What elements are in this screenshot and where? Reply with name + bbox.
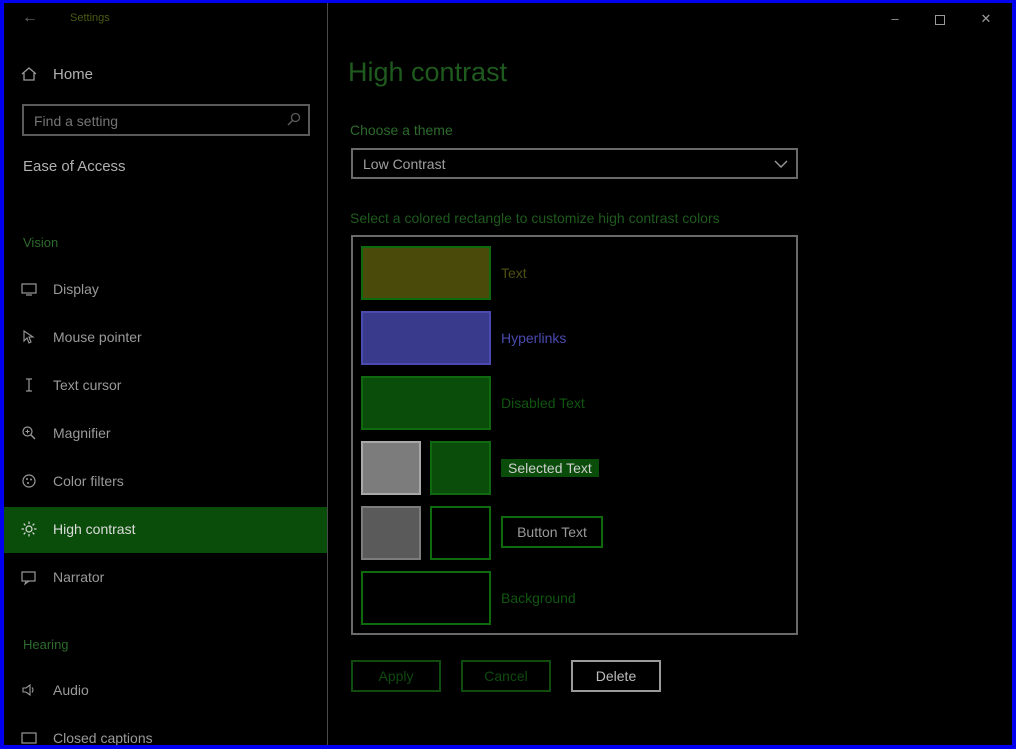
colors-hint: Select a colored rectangle to customize … — [350, 210, 720, 226]
selected-text-color-swatch[interactable] — [430, 441, 491, 495]
window-title: Settings — [70, 12, 110, 24]
page-title: High contrast — [348, 57, 508, 87]
maximize-icon — [935, 14, 945, 25]
search-input[interactable] — [32, 110, 276, 132]
sidebar-item-high-contrast[interactable]: High contrast — [4, 507, 327, 553]
home-nav-item[interactable]: Home — [4, 57, 327, 97]
sidebar-item-label: High contrast — [53, 521, 136, 537]
button-text-color-swatch[interactable] — [430, 506, 491, 560]
apply-button[interactable]: Apply — [351, 660, 441, 692]
narrator-icon — [20, 568, 40, 588]
hyperlinks-color-label: Hyperlinks — [501, 330, 567, 346]
sidebar-item-label: Narrator — [53, 569, 105, 585]
sidebar: ← Settings Home Ease of Access Vision Di… — [4, 3, 328, 745]
sidebar-item-label: Mouse pointer — [53, 329, 142, 345]
delete-button[interactable]: Delete — [571, 660, 661, 692]
theme-select-value: Low Contrast — [363, 156, 446, 172]
back-icon[interactable]: ← — [22, 7, 44, 29]
close-icon: ✕ — [980, 11, 992, 26]
text-color-label: Text — [501, 265, 527, 281]
high-contrast-icon — [20, 520, 40, 540]
background-color-swatch[interactable] — [361, 571, 491, 625]
sidebar-item-label: Display — [53, 281, 99, 297]
magnifier-icon — [20, 424, 40, 444]
minimize-button[interactable]: – — [883, 8, 907, 30]
sidebar-item-label: Color filters — [53, 473, 124, 489]
text-color-swatch[interactable] — [361, 246, 491, 300]
category-title: Ease of Access — [23, 158, 126, 175]
text-cursor-icon — [20, 376, 40, 396]
sidebar-item-audio[interactable]: Audio — [4, 668, 327, 714]
home-icon — [20, 65, 38, 88]
theme-select[interactable]: Low Contrast — [351, 148, 798, 179]
close-button[interactable]: ✕ — [974, 8, 998, 30]
hyperlinks-color-swatch[interactable] — [361, 311, 491, 365]
mouse-pointer-icon — [20, 328, 40, 348]
section-heading-vision: Vision — [23, 235, 59, 250]
cancel-button[interactable]: Cancel — [461, 660, 551, 692]
section-heading-hearing: Hearing — [23, 637, 69, 652]
chevron-down-icon — [774, 157, 788, 175]
maximize-button[interactable] — [928, 8, 952, 30]
closed-captions-icon — [20, 729, 40, 745]
disabled-text-color-label: Disabled Text — [501, 395, 585, 411]
sidebar-item-label: Magnifier — [53, 425, 111, 441]
color-filters-icon — [20, 472, 40, 492]
search-box[interactable] — [22, 104, 310, 136]
sidebar-item-closed-captions[interactable]: Closed captions — [4, 716, 327, 745]
selected-text-bg-swatch[interactable] — [361, 441, 421, 495]
button-text-label: Button Text — [501, 516, 603, 548]
selected-text-label: Selected Text — [501, 459, 599, 477]
minimize-icon: – — [891, 11, 899, 26]
sidebar-item-narrator[interactable]: Narrator — [4, 555, 327, 601]
audio-icon — [20, 681, 40, 701]
button-text-bg-swatch[interactable] — [361, 506, 421, 560]
sidebar-item-color-filters[interactable]: Color filters — [4, 459, 327, 505]
sidebar-item-label: Text cursor — [53, 377, 122, 393]
theme-label: Choose a theme — [350, 122, 453, 138]
settings-window: ← Settings Home Ease of Access Vision Di… — [4, 3, 1012, 745]
sidebar-item-magnifier[interactable]: Magnifier — [4, 411, 327, 457]
disabled-text-color-swatch[interactable] — [361, 376, 491, 430]
sidebar-item-text-cursor[interactable]: Text cursor — [4, 363, 327, 409]
sidebar-item-mouse-pointer[interactable]: Mouse pointer — [4, 315, 327, 361]
search-icon[interactable] — [286, 111, 302, 132]
sidebar-item-label: Audio — [53, 682, 89, 698]
background-color-label: Background — [501, 590, 576, 606]
sidebar-item-label: Closed captions — [53, 730, 153, 745]
display-icon — [20, 280, 40, 300]
home-label: Home — [53, 66, 94, 83]
sidebar-item-display[interactable]: Display — [4, 267, 327, 313]
